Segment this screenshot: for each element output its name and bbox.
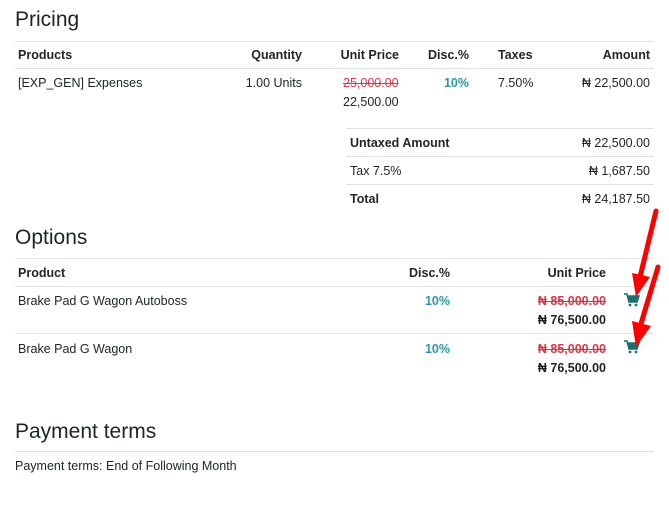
options-header-unit-price: Unit Price xyxy=(547,266,606,280)
line-discount: 10% xyxy=(443,76,469,90)
options-header-divider xyxy=(15,286,654,287)
option-price: ₦ 76,500.00 xyxy=(537,313,606,327)
totals-divider-1 xyxy=(346,156,654,157)
pricing-title: Pricing xyxy=(15,8,80,31)
options-header-product: Product xyxy=(18,266,66,280)
untaxed-label: Untaxed Amount xyxy=(350,136,450,150)
shopping-cart-icon[interactable] xyxy=(624,293,640,307)
payment-divider xyxy=(15,451,654,452)
line-taxes: 7.50% xyxy=(498,76,534,90)
line-original-price: 25,000.00 xyxy=(343,76,399,90)
option-price: ₦ 76,500.00 xyxy=(537,361,606,375)
header-amount: Amount xyxy=(602,48,650,62)
shopping-cart-icon[interactable] xyxy=(624,340,640,354)
untaxed-value: ₦ 22,500.00 xyxy=(581,136,650,150)
arrow-line-2 xyxy=(637,264,661,330)
option-product: Brake Pad G Wagon xyxy=(18,342,133,356)
header-unit-price: Unit Price xyxy=(340,48,399,62)
option-product: Brake Pad G Wagon Autoboss xyxy=(18,294,188,308)
option-row-divider xyxy=(15,333,654,334)
totals-top-divider xyxy=(346,128,654,129)
line-quantity: 1.00 Units xyxy=(245,76,302,90)
header-taxes: Taxes xyxy=(498,48,533,62)
options-header-disc: Disc.% xyxy=(409,266,450,280)
option-original-price: ₦ 85,000.00 xyxy=(537,294,606,308)
line-unit-price: 22,500.00 xyxy=(343,95,399,109)
option-discount: 10% xyxy=(424,294,450,308)
arrow-line-1 xyxy=(637,208,659,280)
pricing-header-divider xyxy=(15,68,654,69)
total-label: Total xyxy=(350,192,379,206)
header-quantity: Quantity xyxy=(251,48,302,62)
payment-terms-title: Payment terms xyxy=(15,420,157,443)
line-product: [EXP_GEN] Expenses xyxy=(18,76,143,90)
pricing-divider xyxy=(15,41,654,42)
header-products: Products xyxy=(18,48,73,62)
option-original-price: ₦ 85,000.00 xyxy=(537,342,606,356)
payment-terms-text: Payment terms: End of Following Month xyxy=(15,459,237,473)
line-amount: ₦ 22,500.00 xyxy=(581,76,650,90)
options-divider xyxy=(15,258,654,259)
tax-value: ₦ 1,687.50 xyxy=(588,164,650,178)
total-value: ₦ 24,187.50 xyxy=(581,192,650,206)
header-disc: Disc.% xyxy=(428,48,469,62)
option-discount: 10% xyxy=(424,342,450,356)
tax-label: Tax 7.5% xyxy=(350,164,402,178)
totals-divider-2 xyxy=(346,184,654,185)
options-title: Options xyxy=(15,226,88,249)
